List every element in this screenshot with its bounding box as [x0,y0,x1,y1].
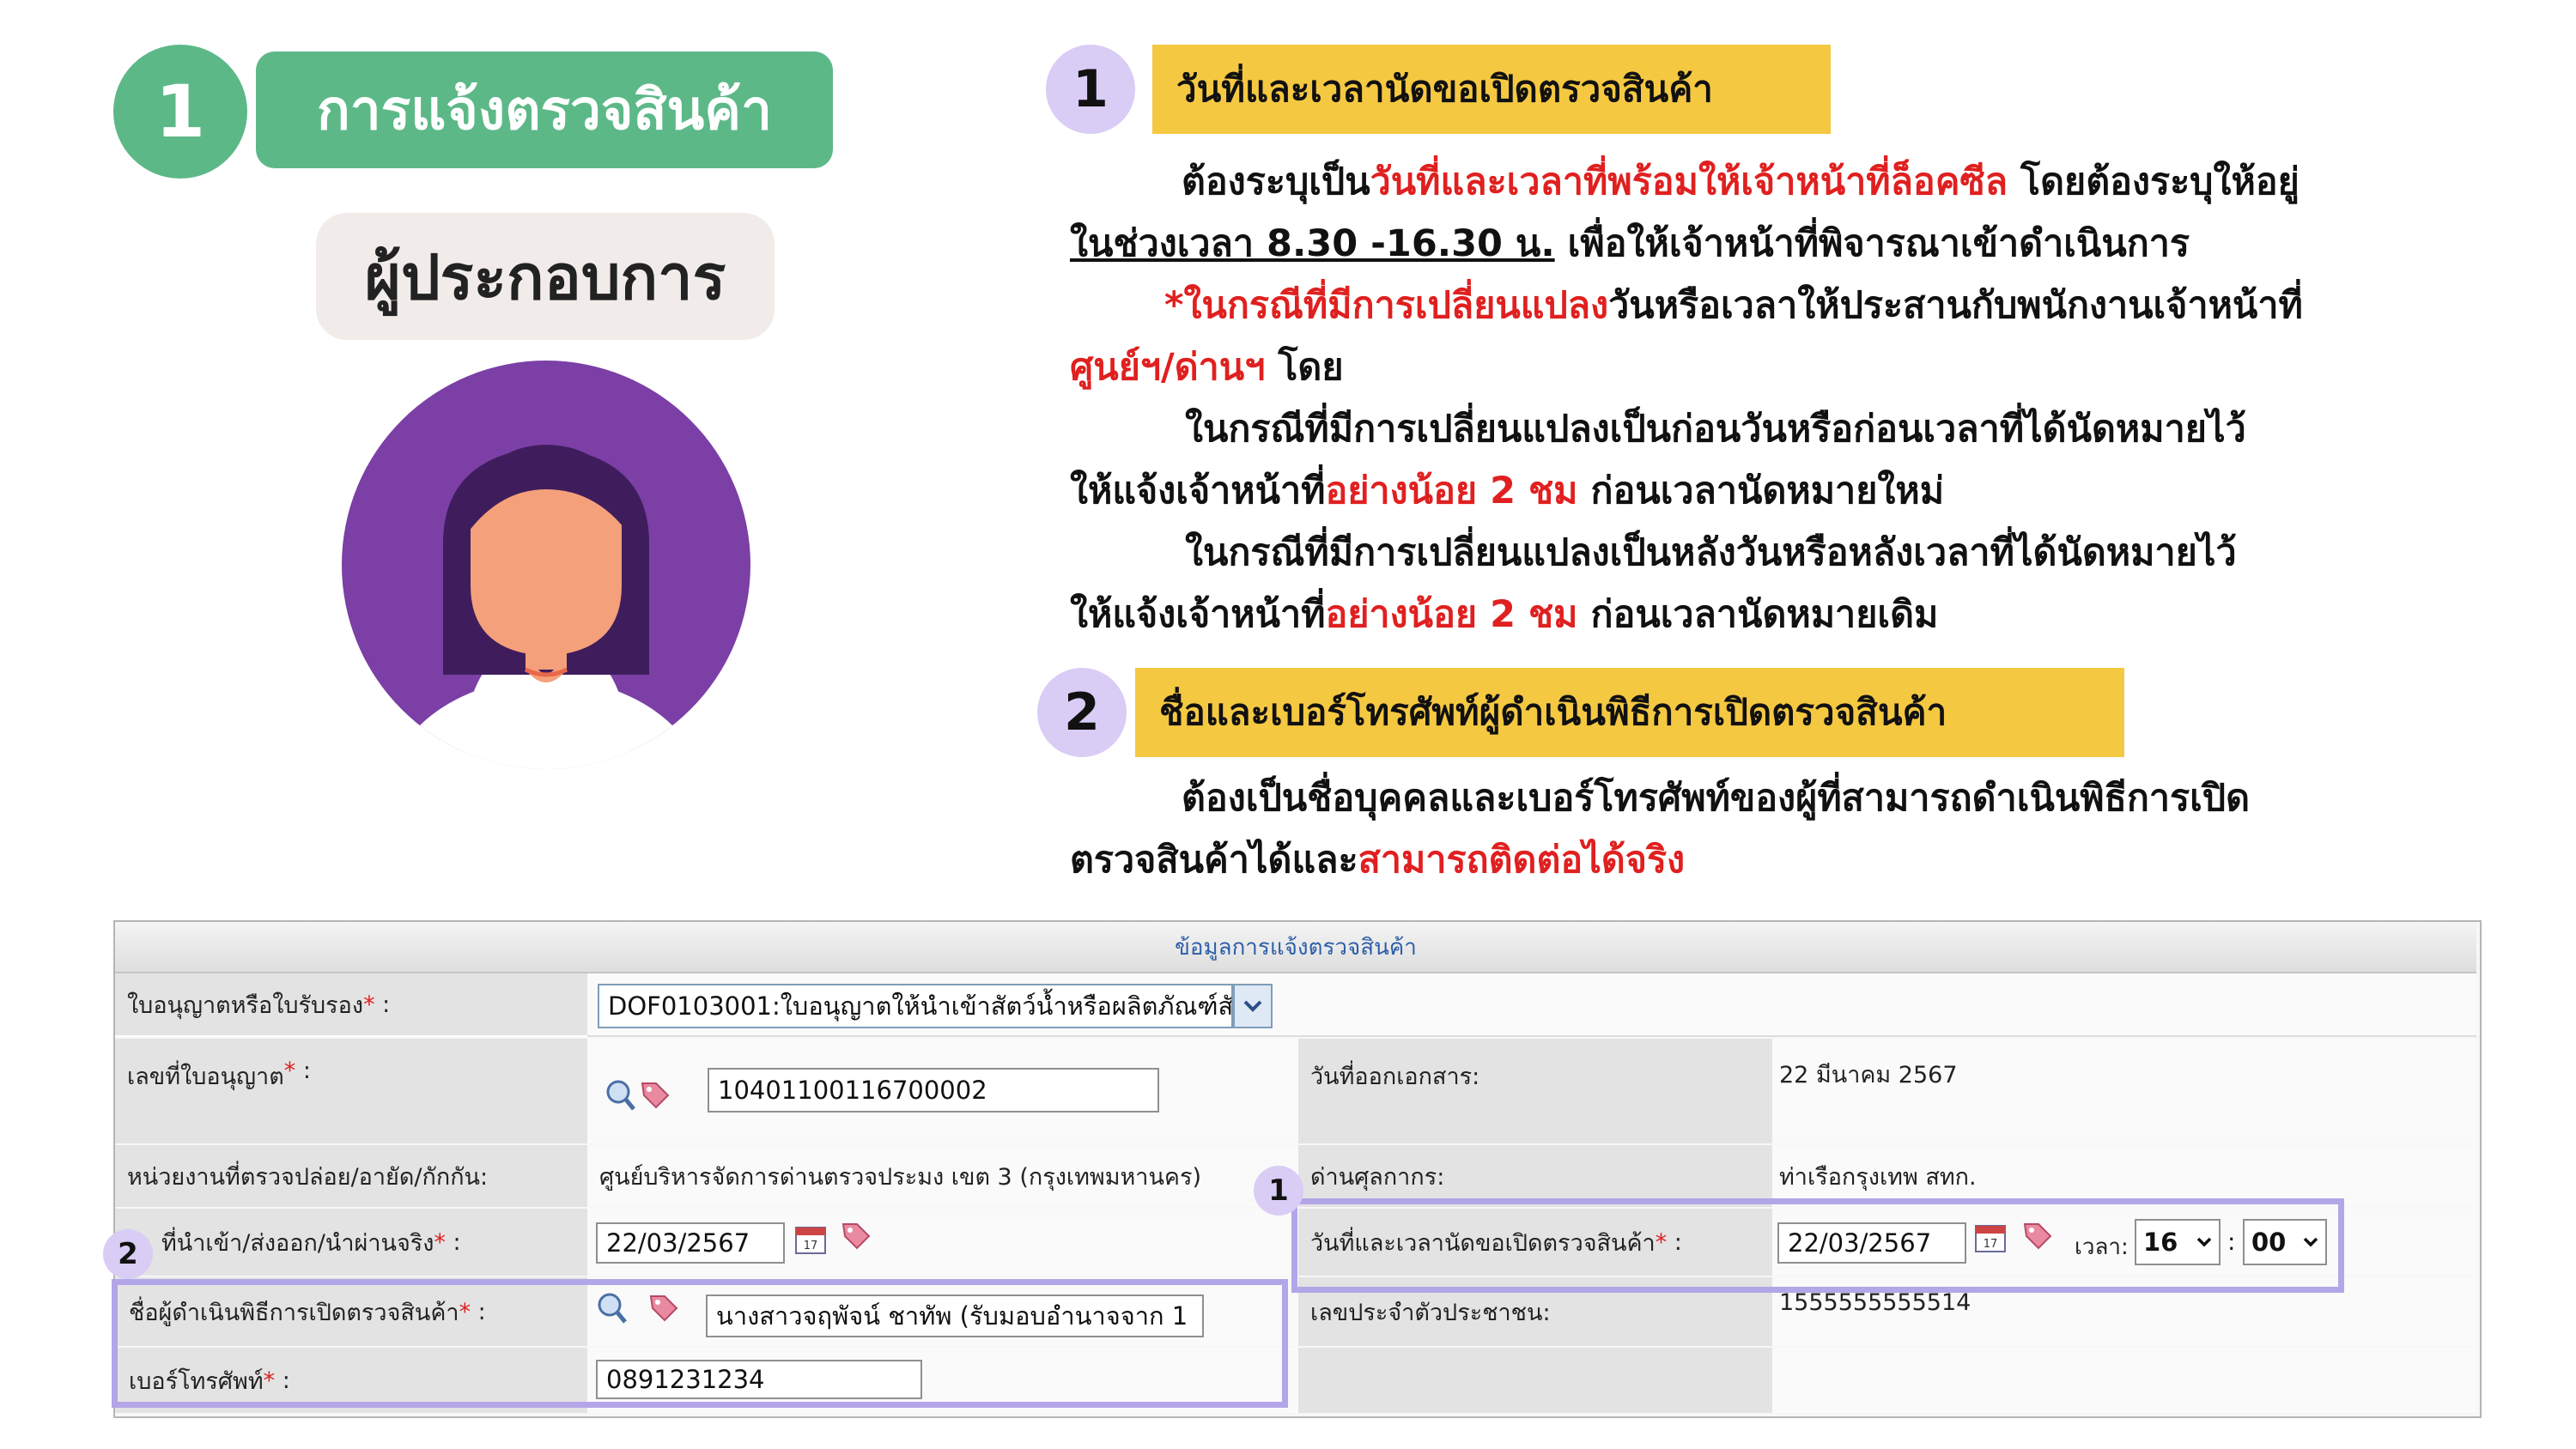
section-1-title: วันที่และเวลานัดขอเปิดตรวจสินค้า [1152,45,1831,134]
note-line: ในช่วงเวลา 8.30 -16.30 น. เพื่อให้เจ้าหน… [1070,222,2190,265]
user-avatar-icon [342,361,750,769]
form-header: ข้อมูลการแจ้งตรวจสินค้า [115,922,2476,973]
license-select[interactable]: DOF0103001:ใบอนุญาตให้นำเข้าสัตว์น้ำหรือ… [598,984,1233,1028]
note-line: ให้แจ้งเจ้าหน้าที่อย่างน้อย 2 ชม ก่อนเวล… [1070,470,1945,512]
note-line: ต้องระบุเป็นวันที่และเวลาที่พร้อมให้เจ้า… [1182,161,2300,203]
highlight-box-1 [1291,1198,2344,1293]
section-2-title: ชื่อและเบอร์โทรศัพท์ผู้ดำเนินพิธีการเปิด… [1135,668,2124,757]
svg-text:17: 17 [804,1240,818,1252]
note-line: ตรวจสินค้าได้และสามารถติดต่อได้จริง [1070,839,1686,882]
empty-value-cell [1772,1348,2476,1413]
tag-icon[interactable] [838,1219,872,1253]
license-no-label: เลขที่ใบอนุญาต * : [115,1039,587,1143]
note-line: ศูนย์ฯ/ด่านฯ โดย [1070,346,1344,389]
doc-date-value: 22 มีนาคม 2567 [1772,1039,2476,1143]
section-2-number: 2 [1037,668,1127,757]
actual-date-label: ที่นำเข้า/ส่งออก/นำผ่านจริง * : [115,1209,587,1276]
section-1-number: 1 [1046,45,1135,134]
license-no-input[interactable]: 10401100116700002 [708,1068,1159,1113]
license-select-value: DOF0103001:ใบอนุญาตให้นำเข้าสัตว์น้ำหรือ… [608,991,1233,1021]
note-line: ในกรณีที่มีการเปลี่ยนแปลงเป็นก่อนวันหรือ… [1185,408,2246,451]
calendar-icon[interactable]: 17 [793,1222,828,1257]
tag-icon[interactable] [637,1078,671,1113]
agency-value: ศูนย์บริหารจัดการด่านตรวจประมง เขต 3 (กร… [587,1145,1298,1207]
agency-label: หน่วยงานที่ตรวจปล่อย/อายัด/กักกัน: [115,1145,587,1207]
license-label: ใบอนุญาตหรือใบรับรอง * : [115,973,587,1037]
note-line: ในกรณีที่มีการเปลี่ยนแปลงเป็นหลังวันหรือ… [1185,531,2237,574]
badge-1: 1 [1254,1166,1303,1216]
highlight-box-2 [112,1279,1288,1408]
note-line: ต้องเป็นชื่อบุคคลและเบอร์โทรศัพท์ของผู้ท… [1182,777,2251,820]
note-line: *ในกรณีที่มีการเปลี่ยนแปลงวันหรือเวลาให้… [1164,284,2303,327]
badge-2: 2 [103,1229,153,1279]
page-title: การแจ้งตรวจสินค้า [256,52,833,168]
actual-date-value: 22/03/2567 [606,1228,750,1258]
license-no-value: 10401100116700002 [718,1076,987,1105]
role-label: ผู้ประกอบการ [316,213,775,340]
actual-date-input[interactable]: 22/03/2567 [596,1222,785,1264]
step-number-badge: 1 [113,45,247,179]
note-line: ให้แจ้งเจ้าหน้าที่อย่างน้อย 2 ชม ก่อนเวล… [1070,593,1939,636]
empty-label-cell [1298,1348,1772,1413]
doc-date-label: วันที่ออกเอกสาร: [1298,1039,1772,1143]
dropdown-arrow-icon[interactable] [1233,984,1273,1028]
